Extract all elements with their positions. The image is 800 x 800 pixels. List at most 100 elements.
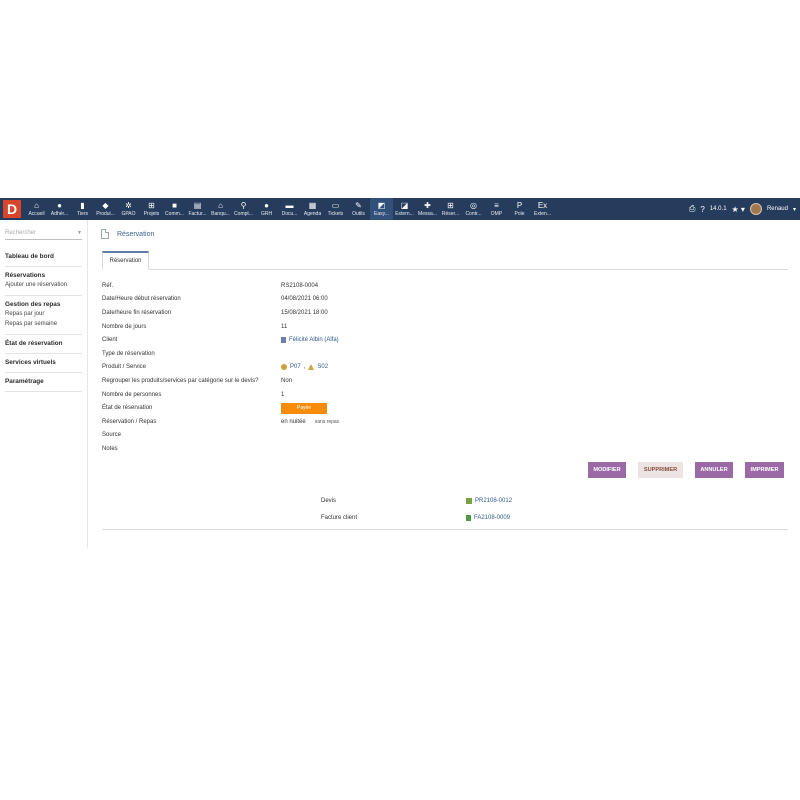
- menu-item-factur[interactable]: ▤ Factur...: [186, 198, 209, 220]
- field-label: Nombre de jours: [102, 323, 147, 330]
- field-row-client: Client Félicité Albin (Alfa): [102, 333, 782, 347]
- field-value-products: P07, S02: [281, 364, 328, 371]
- menu-item-adhér[interactable]: ● Adhér...: [48, 198, 71, 220]
- field-row-type: Type de réservation: [102, 347, 782, 361]
- menu-item-label: Outils: [352, 211, 365, 217]
- top-menu-bar: D ⌂ Accueil ● Adhér... ▮ Tiers ◆ Produi... ✲ GPAO…: [0, 198, 800, 220]
- meals-note: sans repas: [314, 418, 340, 425]
- delete-button[interactable]: SUPPRIMER: [638, 462, 683, 478]
- user-avatar[interactable]: [749, 203, 762, 215]
- menu-item-label: Réser...: [441, 211, 460, 217]
- menu-item-label: Exten...: [534, 211, 551, 217]
- menu-item-pole[interactable]: P Pole: [508, 198, 531, 220]
- bookmark-star-icon[interactable]: ★ ▾: [732, 205, 745, 214]
- sidebar-item-add-reservation[interactable]: Ajouter une réservation: [5, 280, 82, 290]
- menu-item-messa[interactable]: ✚ Messa...: [416, 198, 439, 220]
- client-link[interactable]: Félicité Albin (Alfa): [289, 337, 339, 343]
- field-label: Source: [102, 432, 122, 439]
- sidebar-item-meals-per-week[interactable]: Repas par semaine: [5, 319, 82, 329]
- menu-item-easy[interactable]: ◩ Easy...: [370, 198, 393, 220]
- sidebar-item-reservations[interactable]: Réservations: [5, 271, 82, 280]
- sidebar-item-settings[interactable]: Paramétrage: [5, 377, 82, 386]
- cube-icon: ◆: [102, 201, 109, 210]
- field-value-status: Payée: [281, 402, 327, 414]
- document-icon: [101, 229, 109, 239]
- field-label: Regrouper les produits/services par caté…: [102, 377, 259, 384]
- sidebar-block-virtual-services: Services virtuels: [5, 354, 82, 373]
- service-link[interactable]: S02: [317, 364, 328, 370]
- field-value-group: Non: [281, 377, 293, 384]
- sidebar-item-meals-per-day[interactable]: Repas par jour: [5, 309, 82, 319]
- field-value-start: 04/08/2021 06:00: [281, 296, 328, 303]
- cancel-button[interactable]: ANNULER: [695, 462, 733, 478]
- menu-item-banqu[interactable]: ⌂ Banqu...: [209, 198, 232, 220]
- tab-reservation[interactable]: Réservation: [102, 251, 149, 270]
- menu-item-comm[interactable]: ■ Comm...: [163, 198, 186, 220]
- field-label: Type de réservation: [102, 350, 155, 357]
- sidebar-block-status: État de réservation: [5, 335, 82, 354]
- caret-down-icon: ▼: [77, 229, 82, 236]
- menu-item-docu[interactable]: ▬ Docu...: [278, 198, 301, 220]
- field-value-ref: RS2108-0004: [281, 282, 319, 289]
- search-select[interactable]: Rechercher ▼: [5, 226, 82, 240]
- menu-item-label: Contr...: [465, 211, 482, 217]
- menu-item-contr[interactable]: ◎ Contr...: [462, 198, 485, 220]
- search-dollar-icon: ⚲: [240, 201, 247, 210]
- menu-item-agenda[interactable]: ▦ Agenda: [301, 198, 324, 220]
- menu-item-label: Agenda: [303, 211, 322, 217]
- meals-value: en nuitée: [281, 418, 306, 425]
- menu-item-réser[interactable]: ⊞ Réser...: [439, 198, 462, 220]
- menu-item-outils[interactable]: ✎ Outils: [347, 198, 370, 220]
- invoice-icon: ▤: [193, 201, 202, 210]
- calendar-icon: ▦: [308, 201, 317, 210]
- field-row-source: Source: [102, 429, 782, 443]
- dolibarr-logo[interactable]: D: [3, 200, 21, 218]
- grid-icon: ⊞: [447, 201, 454, 210]
- left-sidebar: Rechercher ▼ Tableau de bord Réservation…: [0, 220, 88, 548]
- pole-icon: P: [516, 201, 523, 210]
- field-value-end: 15/08/2021 18:00: [281, 309, 328, 316]
- gear-icon: ✲: [125, 201, 132, 210]
- sidebar-item-meals[interactable]: Gestion des repas: [5, 300, 82, 309]
- field-value-meals: en nuitée sans repas: [281, 419, 339, 425]
- building-icon: ▮: [80, 201, 85, 210]
- print-icon[interactable]: ⎙: [689, 204, 695, 214]
- field-label: Nombre de personnes: [102, 391, 162, 398]
- modify-button[interactable]: MODIFIER: [588, 462, 626, 478]
- proposal-icon: [466, 497, 472, 504]
- menu-item-label: Comm...: [165, 211, 184, 217]
- user-icon: ●: [57, 201, 62, 210]
- sidebar-item-dashboard[interactable]: Tableau de bord: [5, 252, 82, 261]
- menu-item-accueil[interactable]: ⌂ Accueil: [25, 198, 48, 220]
- menu-item-produi[interactable]: ◆ Produi...: [94, 198, 117, 220]
- product-link[interactable]: P07: [290, 364, 301, 370]
- contract-icon: ◎: [470, 201, 477, 210]
- user-name[interactable]: Renaud: [767, 206, 788, 212]
- menu-item-compt[interactable]: ⚲ Compt...: [232, 198, 255, 220]
- menu-item-label: Adhér...: [50, 211, 69, 217]
- help-icon[interactable]: ?: [700, 205, 704, 214]
- menu-item-grh[interactable]: ● GRH: [255, 198, 278, 220]
- menu-item-extern[interactable]: ◪ Extern...: [393, 198, 416, 220]
- menu-item-label: Banqu...: [211, 211, 230, 217]
- sidebar-item-reservation-status[interactable]: État de réservation: [5, 339, 82, 348]
- sidebar-block-reservations: Réservations Ajouter une réservation: [5, 267, 82, 296]
- devis-link[interactable]: PR2108-0012: [475, 498, 512, 504]
- field-row-end: Date/heure fin réservation 15/08/2021 18…: [102, 306, 782, 320]
- menu-item-label: GRH: [260, 211, 273, 217]
- invoice-link[interactable]: FA2108-0009: [474, 515, 510, 521]
- chevron-down-icon[interactable]: ▾: [793, 206, 796, 213]
- field-label: État de réservation: [102, 405, 153, 412]
- menu-item-gpao[interactable]: ✲ GPAO: [117, 198, 140, 220]
- linked-row-invoice: Facture client FA2108-0009: [321, 509, 621, 526]
- print-button[interactable]: IMPRIMER: [745, 462, 784, 478]
- menu-item-tickets[interactable]: ▭ Tickets: [324, 198, 347, 220]
- menu-item-omp[interactable]: ≡ OMP: [485, 198, 508, 220]
- menu-item-tiers[interactable]: ▮ Tiers: [71, 198, 94, 220]
- invoice-icon: [466, 514, 471, 521]
- field-row-notes: Notes: [102, 442, 782, 456]
- field-row-status: État de réservation Payée: [102, 401, 782, 415]
- menu-item-exten[interactable]: Ex Exten...: [531, 198, 554, 220]
- menu-item-projets[interactable]: ⊞ Projets: [140, 198, 163, 220]
- sidebar-item-virtual-services[interactable]: Services virtuels: [5, 358, 82, 367]
